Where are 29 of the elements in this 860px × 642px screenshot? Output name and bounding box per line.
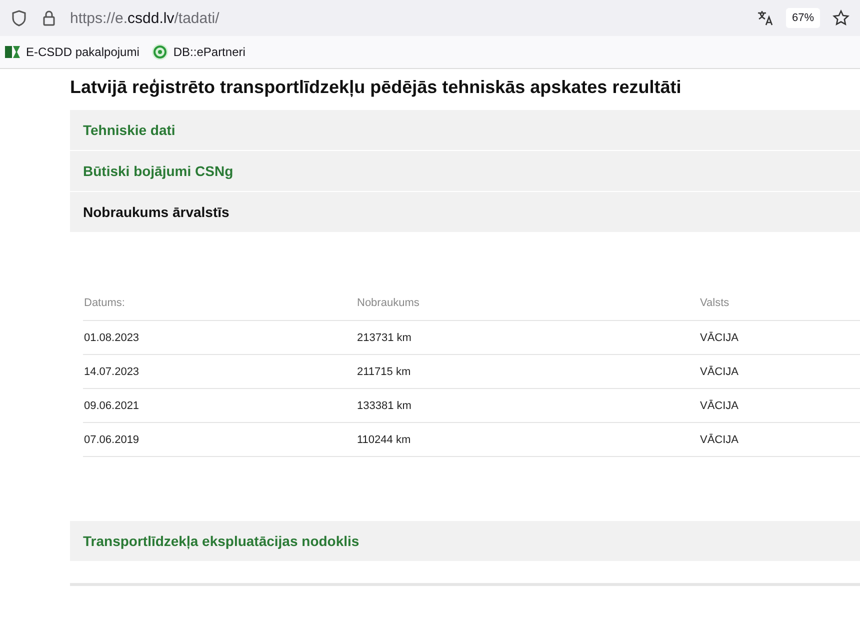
table-cell: 14.07.2023 (83, 354, 356, 388)
table-cell: 133381 km (356, 388, 699, 422)
section-header[interactable]: Nobraukums ārvalstīs (70, 192, 860, 232)
section-header[interactable]: Transportlīdzekļa ekspluatācijas nodoklis (70, 521, 860, 561)
logo-icon (4, 43, 22, 61)
table-cell: VĀCIJA (699, 354, 860, 388)
url-field[interactable]: https://e.csdd.lv/tadati/ (70, 10, 744, 26)
table-cell: 01.08.2023 (83, 320, 356, 354)
star-icon[interactable] (832, 9, 850, 27)
shield-icon[interactable] (10, 9, 28, 27)
table-cell: 213731 km (356, 320, 699, 354)
column-header: Valsts (699, 285, 860, 320)
section-header[interactable]: Tehniskie dati (70, 110, 860, 150)
table-cell: 07.06.2019 (83, 422, 356, 456)
bookmark-link[interactable]: E-CSDD pakalpojumi (26, 45, 140, 59)
bookmark-link[interactable]: DB::ePartneri (173, 45, 246, 59)
logo-icon (151, 43, 170, 61)
table-cell: 09.06.2021 (83, 388, 356, 422)
table-cell: 211715 km (356, 354, 699, 388)
zoom-level-button[interactable]: 67% (786, 8, 820, 28)
page-title: Latvijā reģistrēto transportlīdzekļu pēdējās tehniskās apskates rezultāti (70, 77, 682, 98)
column-header: Datums: (83, 285, 356, 320)
table-cell: VĀCIJA (699, 388, 860, 422)
translate-icon[interactable] (756, 9, 774, 27)
table-cell: 110244 km (356, 422, 699, 456)
table-cell: VĀCIJA (699, 320, 860, 354)
table-cell: VĀCIJA (699, 422, 860, 456)
column-header: Nobraukums (356, 285, 699, 320)
section-header[interactable]: Būtiski bojājumi CSNg (70, 151, 860, 191)
